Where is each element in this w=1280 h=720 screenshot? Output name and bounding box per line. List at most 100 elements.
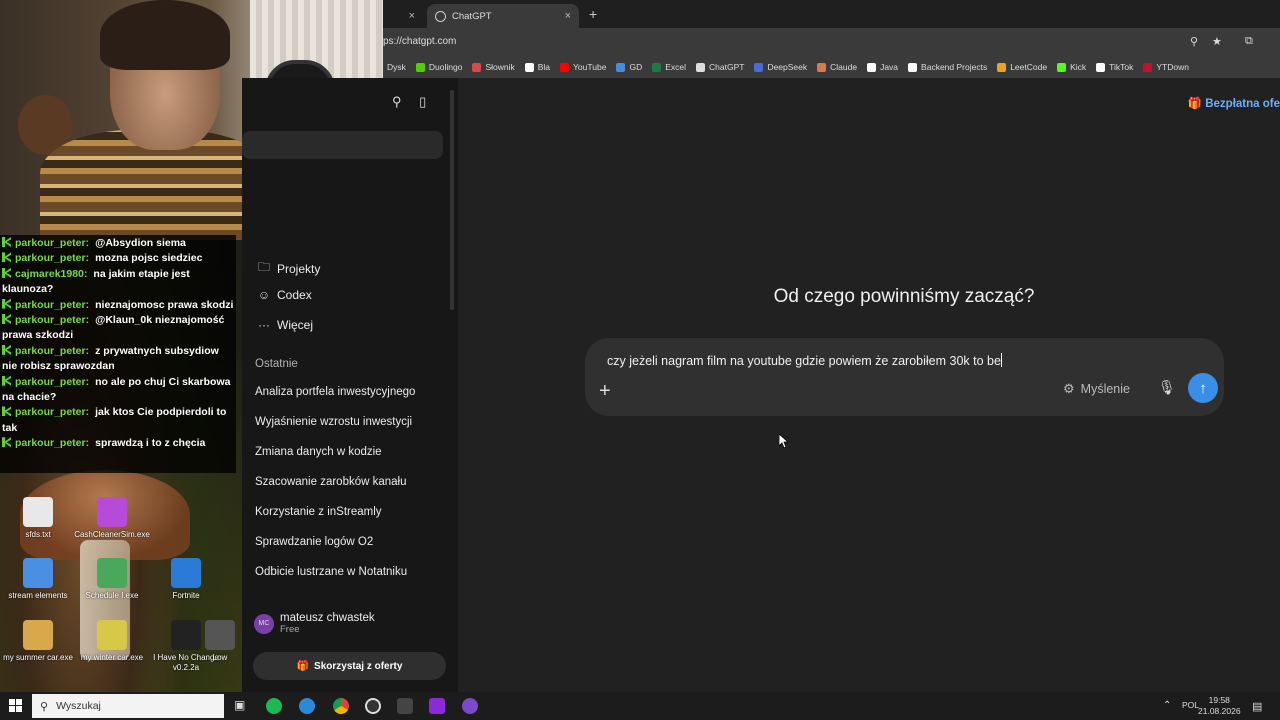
desktop-icon[interactable]: my winter car.exe [74,620,150,663]
desktop-icon[interactable]: Fortnite [148,558,224,601]
prompt-input[interactable]: czy jeżeli nagram film na youtube gdzie … [607,353,1002,368]
bookmark-star-icon[interactable]: ★ [1212,35,1222,48]
taskbar-search[interactable]: ⚲ Wyszukaj [32,694,224,718]
bookmark-item[interactable]: ChatGPT [696,62,744,72]
recent-heading: Ostatnie [255,358,298,370]
chatgpt-sidebar: ⚲ ▯ 🗀 Projekty ☺ Codex ··· Więcej Ostatn… [242,78,458,692]
clock-time: 19:58 [1208,695,1230,705]
recent-chat-item[interactable]: Analiza portfela inwestycyjnego [255,386,415,398]
bookmark-item[interactable]: Claude [817,62,857,72]
bookmark-favicon-icon [1143,62,1153,72]
bookmark-item[interactable]: YTDown [1143,62,1189,72]
edge-icon[interactable] [299,698,315,714]
brain-icon: ⚙ [1063,381,1075,396]
app-icon[interactable] [462,698,478,714]
recent-chat-item[interactable]: Wyjaśnienie wzrostu inwestycji [255,416,412,428]
user-profile[interactable]: MC mateusz chwastek Free [254,612,375,635]
search-icon[interactable]: ⚲ [392,94,402,109]
chrome-icon[interactable] [333,698,349,714]
desktop-icon[interactable]: Low [200,620,240,663]
zoom-icon[interactable]: ⚲ [1190,35,1198,48]
app-icon[interactable] [397,698,413,714]
game-icon [97,620,127,650]
text-file-icon [23,497,53,527]
bookmark-item[interactable]: Słownik [472,62,515,72]
tab-previous[interactable]: × [383,4,423,28]
bookmark-item[interactable]: Bla [524,62,550,72]
desktop-icon-label: Low [212,653,228,662]
sidebar-scrollbar[interactable] [450,90,454,310]
bookmark-item[interactable]: TikTok [1096,62,1133,72]
bookmark-item[interactable]: Java [867,62,898,72]
bookmark-item[interactable]: Kick [1057,62,1086,72]
task-view-icon[interactable]: ▣ [234,698,245,712]
bookmark-item[interactable]: Duolingo [415,62,462,72]
bookmark-item[interactable]: Excel [652,62,686,72]
sidebar-item-wiecej[interactable]: ··· Więcej [256,318,313,332]
chat-username: parkour_peter: [15,375,90,388]
bookmark-label: YTDown [1156,62,1189,72]
bookmark-favicon-icon [1057,62,1067,72]
language-indicator[interactable]: POL [1182,700,1199,710]
chatgpt-main: 🎁 Bezpłatna ofe Od czego powinniśmy zacz… [458,78,1280,692]
kick-badge-icon [2,437,11,448]
send-button[interactable]: ↑ [1188,373,1218,403]
bookmark-item[interactable]: YouTube [560,62,606,72]
new-chat-button[interactable] [242,131,443,159]
add-attachment-button[interactable]: + [599,380,611,403]
close-tab-icon[interactable]: × [565,10,571,22]
app-icon[interactable] [429,698,445,714]
chat-message: parkour_peter: z prywatnych subsydiow nie… [2,344,234,375]
desktop-icon[interactable]: stream elements [0,558,76,601]
bookmark-favicon-icon [616,62,626,72]
recent-chat-item[interactable]: Korzystanie z inStreamly [255,506,382,518]
clock[interactable]: 19:58 21.08.2026 [1198,695,1241,717]
thinking-toggle[interactable]: ⚙ Myślenie [1063,381,1130,397]
bookmark-label: GD [629,62,643,72]
recent-chat-item[interactable]: Zmiana danych w kodzie [255,446,382,458]
start-button[interactable] [9,699,22,712]
windows-taskbar: ⚲ Wyszukaj ▣ ⌃ POL 19:58 21.08.2026 ▤ [0,692,1280,720]
chat-username: parkour_peter: [15,314,90,327]
upgrade-button[interactable]: 🎁 Skorzystaj z oferty [253,652,446,680]
desktop-icon[interactable]: sfds.txt [0,497,76,540]
desktop-icon[interactable]: Schedule I.exe [74,558,150,601]
avatar: MC [254,613,274,634]
game-icon [23,620,53,650]
bookmark-favicon-icon [652,62,662,72]
desktop-icon-label: Fortnite [172,591,200,600]
extensions-icon[interactable]: ⧉ [1245,35,1253,48]
kick-badge-icon [2,375,11,386]
address-bar: ps://chatgpt.com ⚲ ★ ⧉ [383,28,1280,56]
bookmark-item[interactable]: DeepSeek [754,62,807,72]
obs-icon[interactable] [365,698,381,714]
desktop-icon[interactable]: CashCleanerSim.exe [74,497,150,540]
tab-chatgpt[interactable]: ChatGPT × [427,4,579,28]
chatgpt-favicon-icon [435,10,446,22]
arrow-up-icon: ↑ [1199,379,1207,397]
bookmark-item[interactable]: Dysk [387,62,406,72]
sidebar-item-projekty[interactable]: 🗀 Projekty [256,258,320,279]
free-offer-link[interactable]: 🎁 Bezpłatna ofe [1188,96,1280,110]
chevron-up-icon[interactable]: ⌃ [1163,700,1171,711]
recent-chat-item[interactable]: Sprawdzanie logów O2 [255,536,373,548]
bookmark-favicon-icon [524,62,534,72]
bookmark-item[interactable]: Backend Projects [908,62,987,72]
recent-chat-item[interactable]: Odbicie lustrzane w Notatniku [255,566,407,578]
sidebar-toggle-icon[interactable]: ▯ [419,94,426,109]
new-tab-button[interactable]: + [589,6,597,22]
prompt-composer[interactable]: czy jeżeli nagram film na youtube gdzie … [585,338,1224,416]
close-tab-icon[interactable]: × [409,10,415,22]
bookmark-item[interactable]: GD [616,62,642,72]
gift-icon: 🎁 [1187,98,1203,110]
user-name: mateusz chwastek [280,612,375,624]
microphone-icon[interactable]: 🎙 [1158,379,1176,396]
notification-icon[interactable]: ▤ [1252,700,1262,713]
desktop-icon[interactable]: my summer car.exe [0,620,76,663]
recent-chat-item[interactable]: Szacowanie zarobków kanału [255,476,407,488]
sidebar-item-codex[interactable]: ☺ Codex [256,288,312,302]
bookmark-item[interactable]: LeetCode [997,62,1047,72]
prompt-text: czy jeżeli nagram film na youtube gdzie … [607,354,1001,368]
url-field[interactable]: ps://chatgpt.com [383,36,456,47]
spotify-icon[interactable] [266,698,282,714]
